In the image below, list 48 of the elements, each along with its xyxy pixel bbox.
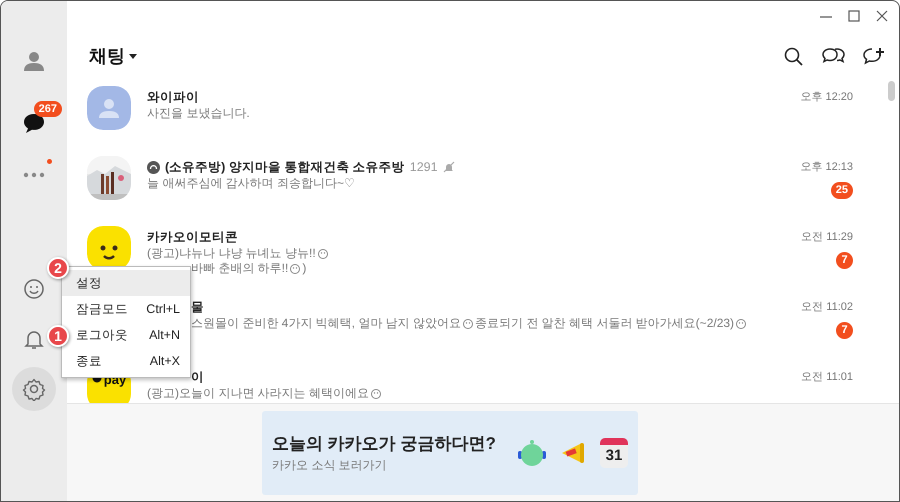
scrollbar[interactable]: [888, 81, 895, 101]
settings-tab[interactable]: [12, 367, 56, 411]
chat-time: 오후 12:13: [800, 160, 853, 175]
message-preview: 스원몰이 준비한 4가지 빅혜택, 얼마 남지 않았어요: [191, 316, 462, 331]
chat-title: 이: [191, 369, 204, 385]
chat-time: 오후 12:20: [800, 90, 853, 105]
chat-time: 오전 11:02: [801, 300, 853, 315]
unread-badge: 7: [836, 252, 853, 268]
chat-bubble-tab[interactable]: 267: [6, 101, 62, 145]
chat-title: 물: [191, 299, 204, 315]
smiley-icon: [22, 277, 46, 301]
chat-title: (소유주방) 양지마을 통합재건축 소유주방: [165, 159, 405, 175]
avatar-icon: [87, 86, 131, 130]
emoji-icon: [462, 318, 474, 330]
chat-time: 오전 11:01: [801, 370, 853, 385]
member-count: 1291: [410, 159, 438, 175]
emoji-icon: [289, 262, 302, 274]
banner-title: 오늘의 카카오가 궁금하다면?: [272, 432, 496, 455]
muted-bell-icon: [442, 161, 455, 173]
chats-dropdown[interactable]: 채팅: [89, 42, 137, 70]
settings-icon: [22, 377, 46, 401]
unread-badge: 7: [836, 322, 853, 338]
caret-icon: [129, 54, 137, 58]
banner-subtitle: 카카오 소식 보러가기: [272, 457, 388, 474]
calendar-icon: 31: [600, 438, 628, 468]
message-preview: (광고)냐뉴나 냐냥 뉴녜뇨 냥뉴!!: [147, 246, 316, 261]
menu-item[interactable]: 종료 Alt+X: [62, 348, 190, 374]
message-preview: 사진을 보냈습니다.: [147, 106, 250, 121]
unread-badge: 25: [830, 182, 853, 198]
menu-item[interactable]: 잠금모드 Ctrl+L: [62, 296, 190, 322]
menu-item[interactable]: 설정: [62, 270, 190, 296]
more-icon: [22, 172, 46, 178]
message-preview: 바빠 춘배의 하루!!: [191, 261, 288, 276]
person-icon: [22, 49, 46, 73]
chat-title: 와이파이: [147, 89, 199, 105]
message-preview: (광고)오늘이 지나면 사라지는 혜택이에요: [147, 386, 369, 401]
ad-banner[interactable]: 오늘의 카카오가 궁금하다면? 카카오 소식 보러가기 31: [262, 410, 638, 494]
message-preview: 늘 애써주심에 감사하며 죄송합니다~♡: [147, 176, 355, 191]
message-preview: 종료되기 전 알찬 혜택 서둘러 받아가세요(~2/23): [475, 316, 734, 331]
chat-time: 오전 11:29: [801, 230, 853, 245]
emoji-icon: [316, 248, 329, 260]
open-chat-icon: [147, 160, 160, 174]
emoji-icon: [735, 318, 748, 330]
chat-title: 카카오이모티콘: [147, 229, 238, 245]
message-preview: ): [302, 261, 306, 276]
unread-badge: 267: [34, 101, 62, 117]
chat-bubble-icon: [22, 111, 46, 135]
emoji-icon: [370, 388, 382, 400]
